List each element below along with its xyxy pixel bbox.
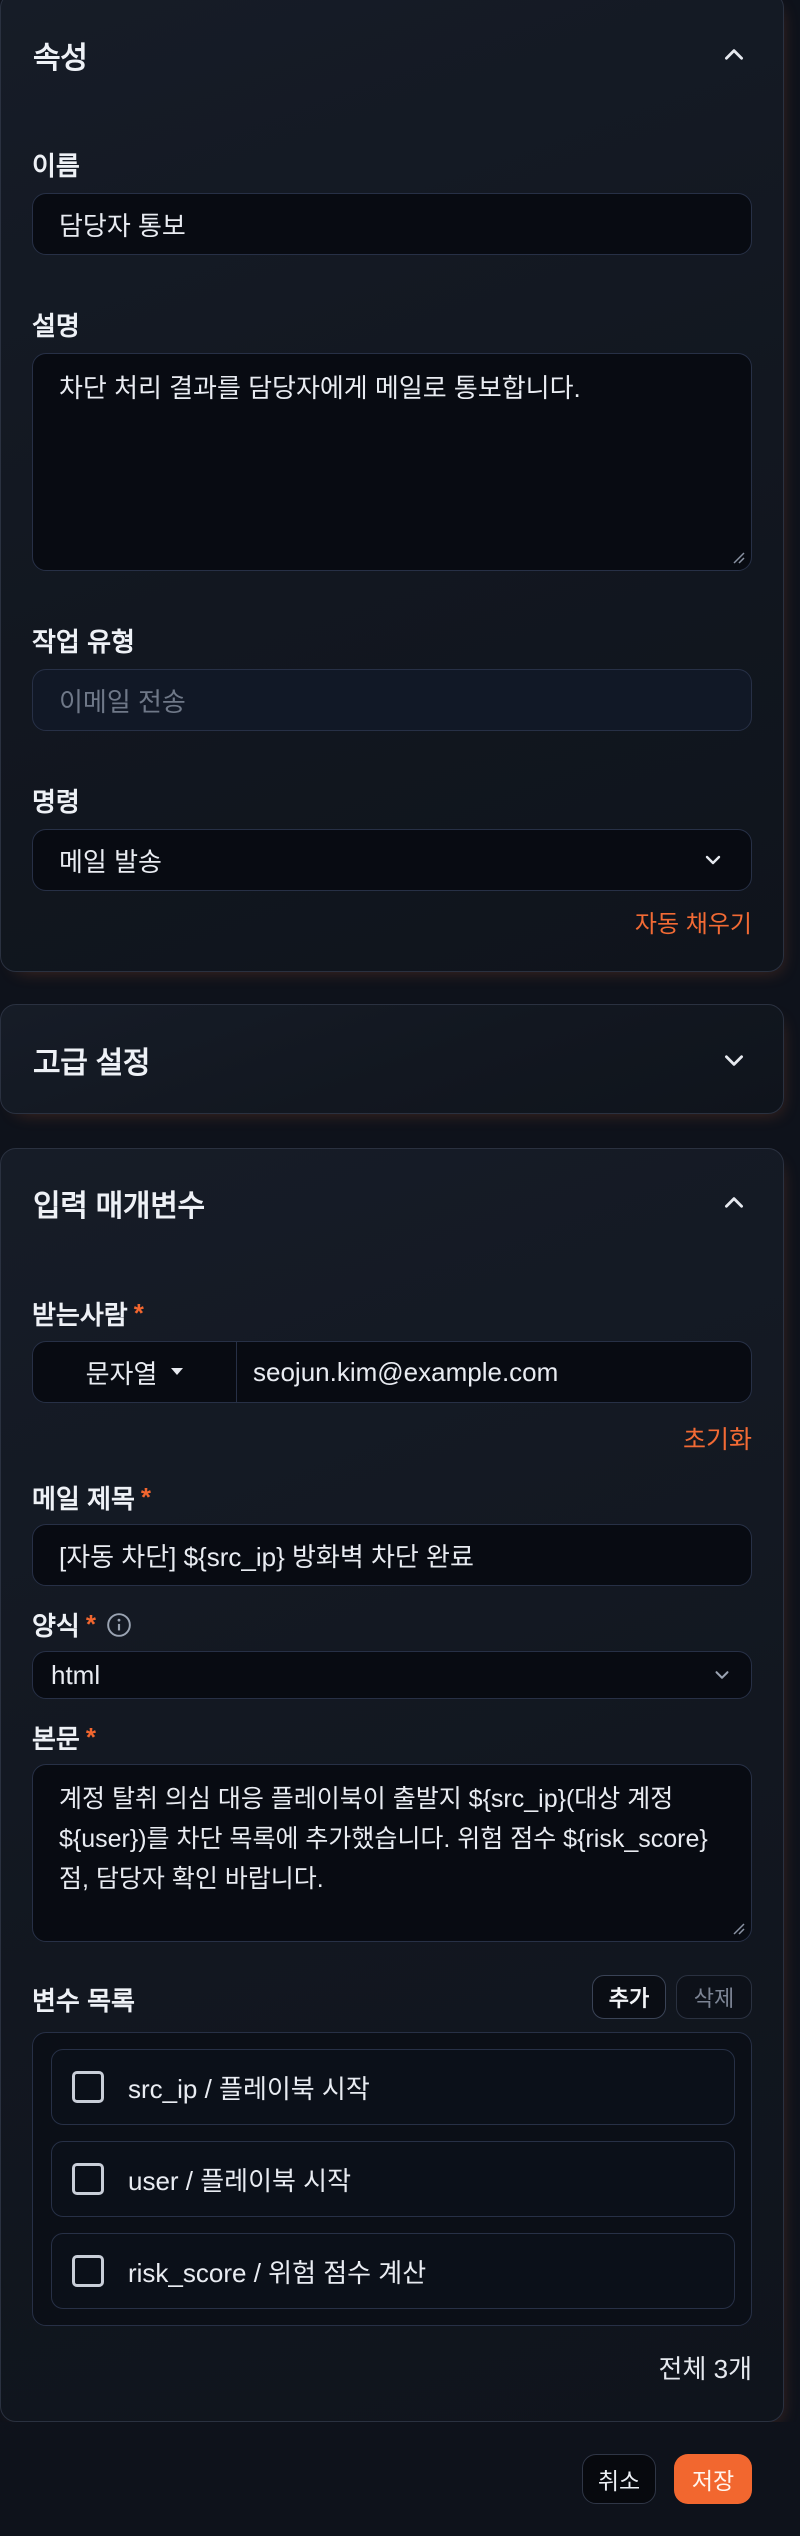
advanced-header[interactable]: 고급 설정 <box>33 1005 751 1115</box>
name-value: 담당자 통보 <box>59 210 186 241</box>
input-params-title: 입력 매개변수 <box>33 1190 205 1223</box>
format-label: 양식 * <box>32 1606 132 1643</box>
command-value: 메일 발송 <box>59 846 162 877</box>
required-mark: * <box>140 1482 152 1512</box>
save-button[interactable]: 저장 <box>674 2454 752 2504</box>
checkbox[interactable] <box>72 2255 104 2287</box>
variable-label: src_ip / 플레이북 시작 <box>128 2073 370 2104</box>
task-type-label: 작업 유형 <box>32 627 135 657</box>
required-mark: * <box>85 1722 96 1752</box>
list-item[interactable]: risk_score / 위험 점수 계산 <box>51 2233 735 2309</box>
properties-header[interactable]: 속성 <box>33 1 751 109</box>
task-type-placeholder: 이메일 전송 <box>59 686 186 717</box>
add-variable-button[interactable]: 추가 <box>592 1975 666 2019</box>
chevron-down-icon[interactable] <box>717 1043 751 1077</box>
list-item[interactable]: user / 플레이북 시작 <box>51 2141 735 2217</box>
chevron-down-icon <box>705 855 721 865</box>
recipient-type-value: 문자열 <box>85 1358 158 1389</box>
delete-variable-button[interactable]: 삭제 <box>676 1975 752 2019</box>
recipient-value[interactable]: seojun.kim@example.com <box>237 1357 751 1388</box>
format-label-text: 양식 <box>32 1611 80 1641</box>
command-label: 명령 <box>32 787 80 817</box>
subject-label: 메일 제목 * <box>32 1479 151 1516</box>
required-mark: * <box>85 1609 96 1639</box>
advanced-title: 고급 설정 <box>33 1047 151 1080</box>
name-field[interactable]: 담당자 통보 <box>32 193 752 255</box>
advanced-panel[interactable]: 고급 설정 <box>0 1004 784 1114</box>
body-label-text: 본문 <box>32 1724 80 1754</box>
subject-label-text: 메일 제목 <box>32 1484 135 1514</box>
body-label: 본문 * <box>32 1719 96 1756</box>
cancel-button[interactable]: 취소 <box>582 2454 656 2504</box>
description-field[interactable]: 차단 처리 결과를 담당자에게 메일로 통보합니다. <box>32 353 752 571</box>
description-label: 설명 <box>32 311 80 341</box>
format-value: html <box>51 1659 101 1690</box>
description-value: 차단 처리 결과를 담당자에게 메일로 통보합니다. <box>59 373 581 403</box>
input-params-header[interactable]: 입력 매개변수 <box>33 1149 751 1257</box>
required-mark: * <box>133 1298 144 1328</box>
checkbox[interactable] <box>72 2071 104 2103</box>
reset-link[interactable]: 초기화 <box>683 1420 752 1456</box>
body-field[interactable]: 계정 탈취 의심 대응 플레이북이 출발지 ${src_ip}(대상 계정 ${… <box>32 1764 752 1942</box>
chevron-down-icon <box>715 1671 729 1679</box>
variable-label: user / 플레이북 시작 <box>128 2165 351 2196</box>
resize-grip-icon[interactable] <box>731 1921 745 1935</box>
footer-bar: 취소 저장 <box>0 2422 800 2536</box>
name-label: 이름 <box>32 151 80 181</box>
info-icon[interactable] <box>106 1612 132 1638</box>
autofill-link[interactable]: 자동 채우기 <box>635 904 752 939</box>
recipient-type-select[interactable]: 문자열 <box>33 1342 237 1402</box>
body-value: 계정 탈취 의심 대응 플레이북이 출발지 ${src_ip}(대상 계정 ${… <box>59 1785 708 1893</box>
chevron-up-icon[interactable] <box>717 38 751 72</box>
task-type-field: 이메일 전송 <box>32 669 752 731</box>
recipient-field: 문자열 seojun.kim@example.com <box>32 1341 752 1403</box>
recipient-label-text: 받는사람 <box>32 1300 128 1330</box>
resize-grip-icon[interactable] <box>731 550 745 564</box>
format-select[interactable]: html <box>32 1651 752 1699</box>
subject-field[interactable]: [자동 차단] ${src_ip} 방화벽 차단 완료 <box>32 1524 752 1586</box>
checkbox[interactable] <box>72 2163 104 2195</box>
list-item[interactable]: src_ip / 플레이북 시작 <box>51 2049 735 2125</box>
properties-title: 속성 <box>33 42 88 75</box>
chevron-up-icon[interactable] <box>717 1186 751 1220</box>
subject-value: [자동 차단] ${src_ip} 방화벽 차단 완료 <box>59 1541 474 1572</box>
command-select[interactable]: 메일 발송 <box>32 829 752 891</box>
caret-down-icon <box>171 1368 184 1375</box>
variable-label: risk_score / 위험 점수 계산 <box>128 2257 427 2288</box>
variable-list: src_ip / 플레이북 시작 user / 플레이북 시작 risk_sco… <box>32 2032 752 2326</box>
variable-list-label: 변수 목록 <box>32 1986 135 2016</box>
recipient-label: 받는사람 * <box>32 1295 144 1332</box>
total-count: 전체 3개 <box>658 2354 752 2384</box>
